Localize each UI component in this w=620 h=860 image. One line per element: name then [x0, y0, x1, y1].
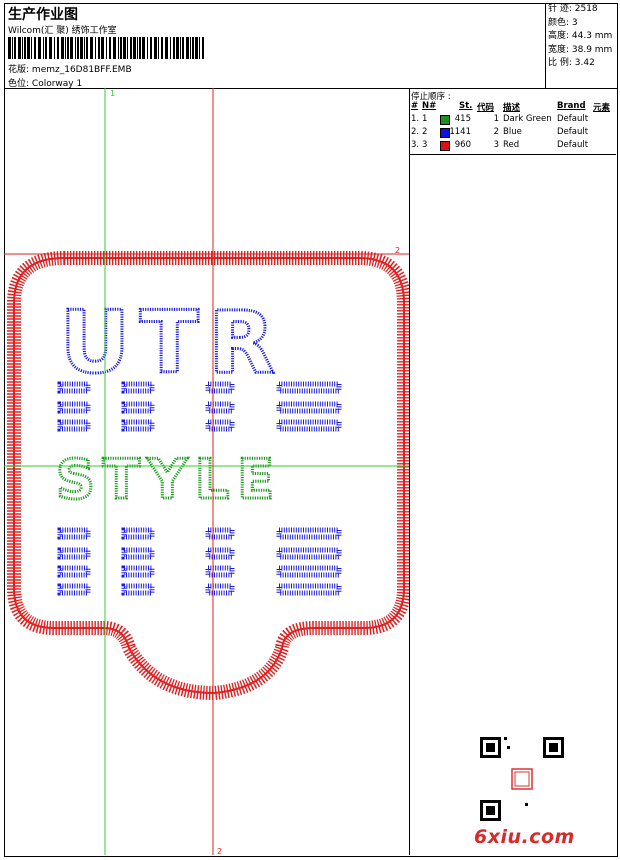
col-brand: Brand [557, 101, 586, 111]
stitch-block [276, 565, 342, 578]
row-n: 2 [422, 127, 428, 137]
file-row: 花版: memz_16D81BFF.EMB [8, 62, 132, 75]
row-description: Red [503, 140, 520, 150]
design-canvas: UTR STYLE 1 2 2 [4, 88, 409, 855]
design-stats: 针 迹: 2518 颜色: 3 高度: 44.3 mm 宽度: 38.9 mm … [548, 3, 612, 71]
row-description: Dark Green [503, 114, 552, 124]
color-swatch [440, 141, 450, 151]
row-description: Blue [503, 127, 522, 137]
header: 生产作业图 Wilcom(汇 聚) 绣饰工作室 花版: memz_16D81BF… [4, 3, 545, 89]
stitch-block [205, 527, 235, 540]
stitch-block [205, 583, 235, 596]
watermark-logo: 6xiu.com [474, 826, 575, 848]
stitch-block [205, 401, 235, 414]
style-lettering: STYLE [55, 447, 282, 513]
stitch-block [276, 583, 342, 596]
row-code: 3 [493, 140, 499, 150]
stitch-block [121, 527, 155, 540]
row-stitches: 960 [454, 140, 471, 150]
stitch-block [121, 547, 155, 560]
page-title: 生产作业图 [8, 7, 78, 23]
col-code: 代码 [477, 103, 495, 113]
style-text: STYLE [56, 448, 282, 511]
stitch-block [276, 401, 342, 414]
row-index: 3. [411, 140, 420, 150]
stitch-block [276, 527, 342, 540]
table-row: 2. 2 1141 2 Blue Default [409, 127, 616, 139]
design-width: 宽度: 38.9 mm [548, 44, 613, 55]
file-label: 花版: [8, 65, 30, 75]
table-bottom-line [409, 154, 616, 155]
stats-divider [545, 3, 546, 88]
stitch-block [121, 583, 155, 596]
color-count: 颜色: 3 [548, 17, 578, 28]
company-name: Wilcom(汇 聚) 绣饰工作室 [8, 26, 117, 36]
utr-text: UTR [60, 293, 285, 393]
stitch-block [121, 565, 155, 578]
col-stitches: St. [459, 101, 473, 111]
stitch-block [57, 583, 91, 596]
stitch-block [205, 419, 235, 432]
qr-code [480, 737, 564, 821]
design-height: 高度: 44.3 mm [548, 31, 613, 41]
stitch-block [121, 419, 155, 432]
row-stitches: 415 [454, 114, 471, 124]
panel-divider [409, 88, 410, 855]
table-row: 3. 3 960 3 Red Default [409, 140, 616, 152]
row-n: 1 [422, 114, 428, 124]
row-brand: Default [557, 127, 589, 137]
row-code: 2 [493, 127, 499, 137]
utr-lettering: UTR [57, 292, 342, 596]
color-swatch [440, 128, 450, 138]
row-brand: Default [557, 140, 589, 150]
stitch-block [57, 565, 91, 578]
table-row: 1. 1 415 1 Dark Green Default [409, 114, 616, 126]
row-stitches: 1141 [449, 127, 471, 137]
stitch-block [57, 547, 91, 560]
row-code: 1 [493, 114, 499, 124]
stitch-block [276, 419, 342, 432]
stitch-block [57, 401, 91, 414]
guide-label-3: 2 [217, 847, 222, 855]
guide-label-2: 2 [395, 246, 400, 255]
file-name: memz_16D81BFF.EMB [31, 65, 132, 75]
color-swatch [440, 115, 450, 125]
row-n: 3 [422, 140, 428, 150]
col-n: N# [422, 101, 437, 111]
stitch-block [57, 419, 91, 432]
design-scale: 比 例: 3.42 [548, 58, 595, 68]
stitch-count: 针 迹: 2518 [548, 4, 598, 14]
guide-label-1: 1 [110, 89, 115, 98]
col-element: 元素 [593, 103, 611, 113]
row-brand: Default [557, 114, 589, 124]
stitch-block [205, 547, 235, 560]
row-index: 2. [411, 127, 420, 137]
col-description: 描述 [503, 103, 521, 113]
stitch-block [276, 547, 342, 560]
col-index: # [411, 101, 419, 111]
stitch-block [57, 527, 91, 540]
row-index: 1. [411, 114, 420, 124]
barcode [8, 37, 204, 59]
stitch-block [205, 565, 235, 578]
stitch-block [121, 401, 155, 414]
stitch-block [276, 381, 342, 394]
